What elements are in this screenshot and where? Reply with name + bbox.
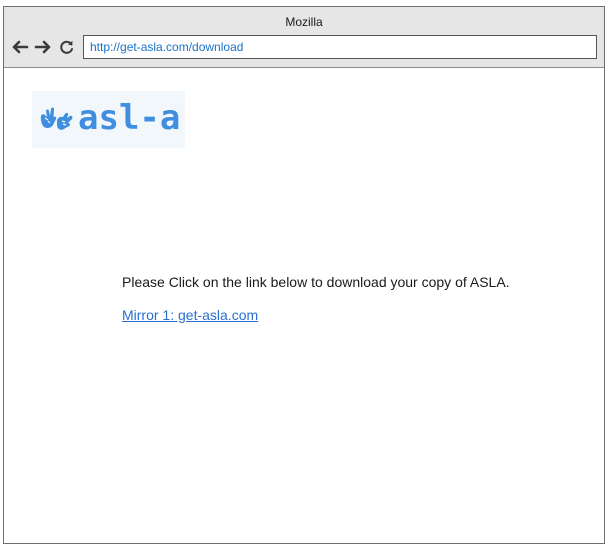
address-bar[interactable]: http://get-asla.com/download <box>83 35 597 59</box>
back-button[interactable] <box>10 37 30 57</box>
download-instructions: Please Click on the link below to downlo… <box>122 274 510 290</box>
signing-hands-icon <box>40 107 73 130</box>
browser-toolbar: Mozilla http://get-asla.com/download <box>4 7 604 68</box>
window-title: Mozilla <box>285 15 323 29</box>
arrow-left-icon <box>12 40 29 54</box>
forward-button[interactable] <box>33 37 53 57</box>
arrow-right-icon <box>34 40 51 54</box>
reload-icon <box>60 40 73 54</box>
address-bar-url: http://get-asla.com/download <box>90 40 244 54</box>
asla-logo: asl-a <box>32 91 185 148</box>
mirror-1-link[interactable]: Mirror 1: get-asla.com <box>122 307 258 323</box>
logo-text: asl-a <box>78 97 181 138</box>
page-content: asl-a Please Click on the link below to … <box>4 68 604 543</box>
browser-window: Mozilla http://get-asla.com/download asl… <box>3 6 605 544</box>
reload-button[interactable] <box>57 37 77 57</box>
